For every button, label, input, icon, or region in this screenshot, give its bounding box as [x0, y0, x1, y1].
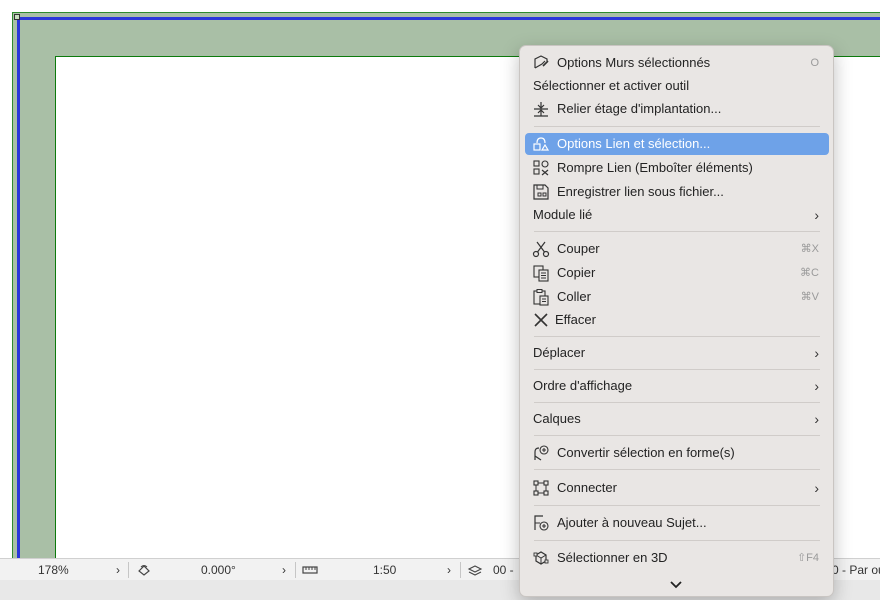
menu-item-move[interactable]: Déplacer › — [525, 342, 829, 364]
menu-item-link-selection-settings[interactable]: Options Lien et sélection... — [525, 133, 829, 155]
menu-separator — [534, 540, 820, 541]
wall-reference-line-left — [17, 17, 20, 560]
menu-item-cut[interactable]: Couper ⌘X — [525, 238, 829, 260]
menu-separator — [534, 369, 820, 370]
scale-value[interactable]: 1:50 — [373, 559, 396, 581]
scale-ruler-icon[interactable] — [302, 559, 318, 581]
menu-separator — [534, 402, 820, 403]
menu-item-add-to-new-issue[interactable]: Ajouter à nouveau Sujet... — [525, 512, 829, 534]
menu-separator — [534, 435, 820, 436]
zoom-arrow-icon[interactable]: › — [116, 559, 120, 581]
connect-icon — [532, 479, 550, 497]
menu-item-save-link-as-file[interactable]: Enregistrer lien sous fichier... — [525, 181, 829, 203]
menu-item-linked-module[interactable]: Module lié › — [525, 204, 829, 226]
menu-separator — [534, 231, 820, 232]
copy-icon — [532, 264, 550, 282]
save-link-icon — [532, 183, 550, 201]
scissors-icon — [532, 240, 550, 258]
select-3d-icon — [532, 549, 550, 567]
paste-icon — [532, 288, 550, 306]
submenu-chevron-icon: › — [814, 378, 819, 394]
menu-item-link-story[interactable]: Relier étage d'implantation... — [525, 98, 829, 120]
menu-item-copy[interactable]: Copier ⌘C — [525, 262, 829, 284]
menu-item-delete[interactable]: Effacer — [525, 309, 829, 331]
submenu-chevron-icon: › — [814, 480, 819, 496]
menu-item-select-activate-tool[interactable]: Sélectionner et activer outil — [525, 75, 829, 97]
menu-item-select-in-3d[interactable]: Sélectionner en 3D ⇧F4 — [525, 547, 829, 569]
menu-separator — [534, 469, 820, 470]
layers-icon[interactable] — [467, 559, 483, 581]
layer-combination-value[interactable]: 00 - — [493, 559, 514, 581]
renovation-filter-value[interactable]: 0 - Par out — [832, 559, 880, 581]
angle-value[interactable]: 0.000° — [201, 559, 236, 581]
menu-item-break-link[interactable]: Rompre Lien (Emboîter éléments) — [525, 157, 829, 179]
convert-shape-icon — [532, 444, 550, 462]
submenu-chevron-icon: › — [814, 207, 819, 223]
submenu-chevron-icon: › — [814, 411, 819, 427]
close-icon — [532, 311, 550, 329]
menu-item-paste[interactable]: Coller ⌘V — [525, 286, 829, 308]
angle-arrow-icon[interactable]: › — [282, 559, 286, 581]
menu-separator — [534, 505, 820, 506]
rotate-icon[interactable] — [137, 559, 151, 581]
context-menu: Options Murs sélectionnés O Sélectionner… — [519, 45, 834, 597]
menu-separator — [534, 126, 820, 127]
zoom-value[interactable]: 178% — [38, 559, 69, 581]
menu-separator — [534, 336, 820, 337]
chevron-down-icon[interactable] — [668, 578, 684, 592]
wall-reference-line-top — [17, 17, 880, 20]
wall-settings-icon — [532, 54, 550, 72]
story-link-icon — [532, 100, 550, 118]
menu-item-convert-to-shapes[interactable]: Convertir sélection en forme(s) — [525, 442, 829, 464]
wall-corner-handle[interactable] — [14, 14, 20, 20]
menu-item-wall-settings[interactable]: Options Murs sélectionnés O — [525, 52, 829, 74]
menu-item-connect[interactable]: Connecter › — [525, 477, 829, 499]
add-issue-icon — [532, 514, 550, 532]
submenu-chevron-icon: › — [814, 345, 819, 361]
break-link-icon — [532, 159, 550, 177]
link-settings-icon — [532, 135, 550, 153]
menu-item-display-order[interactable]: Ordre d'affichage › — [525, 375, 829, 397]
scale-arrow-icon[interactable]: › — [447, 559, 451, 581]
menu-item-layers[interactable]: Calques › — [525, 408, 829, 430]
